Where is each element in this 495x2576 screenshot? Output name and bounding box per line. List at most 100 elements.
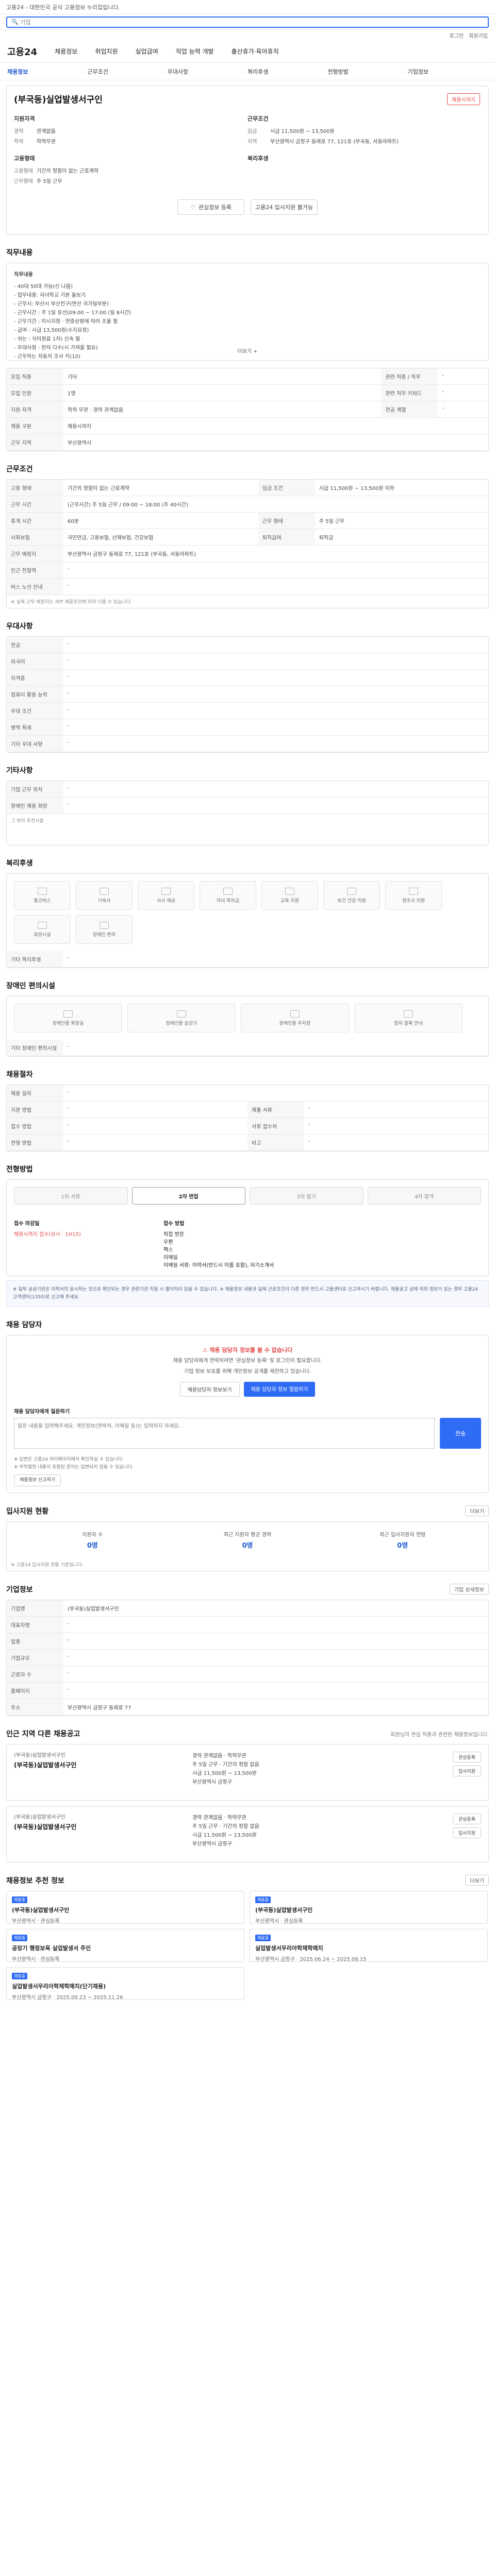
search-icon: 🔍 <box>11 19 21 25</box>
interest-button[interactable]: 관심등록 <box>452 1814 481 1824</box>
question-input[interactable] <box>14 1418 435 1449</box>
open-contact-button[interactable]: 채용 담당자 정보 열람하기 <box>243 1382 316 1397</box>
table-row: 모집 인원 1명 관련 직무 키워드 - <box>7 384 488 401</box>
table-row: 기업규모 - <box>7 1649 488 1666</box>
table-row: 인근 전철역 - <box>7 562 488 579</box>
table-row: 우대 조건 - <box>7 702 488 719</box>
disabled-box: 장애인용 화장실 장애인용 승강기 장애인용 주차장 점자 블록 안내 기타 장… <box>6 996 489 1057</box>
process-step: 1차 서류 <box>14 1187 128 1205</box>
process-step: 3차 필기 <box>250 1187 364 1205</box>
table-row: 기타 복리후생 - <box>7 951 488 968</box>
alert-icon: ⚠ <box>202 1347 210 1353</box>
table-row: 외국어 - <box>7 653 488 670</box>
gnb-menu-training[interactable]: 직업 능력 개발 <box>176 47 214 56</box>
table-row: 기타 우대 사항 - <box>7 735 488 752</box>
wheelchair-icon <box>100 921 109 929</box>
meal-icon <box>161 887 171 895</box>
gnb-menu-support[interactable]: 취업지원 <box>95 47 118 56</box>
elevator-icon <box>177 1010 186 1018</box>
book-icon <box>285 887 294 895</box>
conditions-heading: 근무조건 <box>248 115 269 122</box>
signup-link[interactable]: 회원가입 <box>469 31 488 39</box>
cap-icon <box>223 887 233 895</box>
employment-heading: 고용형태 <box>14 155 35 162</box>
table-row: 기업 근무 위치 - <box>7 781 488 798</box>
recent-more-link[interactable]: 더보기 <box>465 1875 489 1886</box>
table-row: 전형 방법 - 비고 - <box>7 1134 488 1151</box>
welfare-item: 장애인 편의 <box>76 915 133 944</box>
braille-icon <box>404 1010 413 1018</box>
add-interest-button[interactable]: ♡ 관심정보 등록 <box>177 199 244 215</box>
tab-process[interactable]: 전형방법 <box>327 67 407 76</box>
gnb-menu-leave[interactable]: 출산휴가·육아휴직 <box>232 47 279 56</box>
login-link[interactable]: 로그인 <box>450 31 464 39</box>
welfare-section-title: 복리후생 <box>6 859 33 868</box>
apply-unavailable-button[interactable]: 고용24 입사지원 불가능 <box>251 199 318 215</box>
process-step: 4차 합격 <box>367 1187 481 1205</box>
basic-info-table: 모집 직종 기타 관련 직종 / 직무 - 모집 인원 1명 관련 직무 키워드 - 지원 … <box>6 368 489 451</box>
tab-prefer[interactable]: 우대사항 <box>168 67 248 76</box>
related-job-card[interactable]: (부국동)실업발생서구인 (부국동)실업발생서구인 경력 관계없음 · 학력무관… <box>6 1744 489 1801</box>
jobdesc-box: 직무내용 - 40대 50대 가능(신 나음) - 업무내용: 자녀학교 기본 … <box>6 263 489 361</box>
tab-conditions[interactable]: 근무조건 <box>87 67 167 76</box>
recommend-card[interactable]: 채용중 (부국동)실업발생서구인 부산광역시 · 관심등록 <box>6 1891 244 1924</box>
gnb-menu-jobs[interactable]: 채용정보 <box>55 47 77 56</box>
interest-button[interactable]: 관심등록 <box>452 1752 481 1762</box>
report-button[interactable]: 채용정보 신고하기 <box>14 1475 61 1486</box>
search-input[interactable]: 🔍 기업 <box>6 16 489 28</box>
health-icon <box>347 887 356 895</box>
table-row: 주소 부산광역시 금정구 동래로 77 <box>7 1699 488 1716</box>
conditions-section-title: 근무조건 <box>6 465 33 473</box>
tab-company[interactable]: 기업정보 <box>408 67 488 76</box>
table-row: 업종 - <box>7 1633 488 1650</box>
contact-section-title: 채용 담당자 <box>6 1321 42 1329</box>
recommend-card[interactable]: 채용중 실업발생서우리아학제학매치(단기채용) 부산광역시 금정구 · 2025.0… <box>6 1967 244 2001</box>
welfare-heading: 복리후생 <box>248 155 269 162</box>
tab-welfare[interactable]: 복리후생 <box>248 67 327 76</box>
table-row: 채용 구분 채용시까지 <box>7 417 488 434</box>
recent-list: 채용중 (부국동)실업발생서구인 부산광역시 · 관심등록 채용중 (부국동)실업발생… <box>6 1891 489 2001</box>
related-job-card[interactable]: (부국동)실업발생서구인 (부국동)실업발생서구인 경력 관계없음 · 학력무관… <box>6 1806 489 1862</box>
site-logo[interactable]: 고용24 <box>7 45 37 58</box>
search-bar: 🔍 기업 <box>0 14 495 30</box>
prefer-section-title: 우대사항 <box>6 622 33 631</box>
process-box: 1차 서류 2차 면접 3차 필기 4차 합격 접수 마감일 채용시까지 접수(… <box>6 1179 489 1276</box>
table-row: 전공 - <box>7 637 488 653</box>
gnb-menu-benefit[interactable]: 실업급여 <box>136 47 158 56</box>
process-step: 2차 면접 <box>131 1187 245 1205</box>
etc-note: 그 밖의 추천사항 <box>11 819 44 824</box>
stat-item: 지원자 수 0명 <box>82 1532 103 1550</box>
recommend-card[interactable]: 채용중 실업발생서우리아학제학매치 부산광역시 금정구 · 2025.06.24 ~… <box>250 1929 488 1962</box>
resort-icon <box>38 921 47 929</box>
conditions-column: 근무조건 임금 시급 11,500원 ~ 13,500원 지역 부산광역시 금정구 … <box>248 114 481 187</box>
table-row: 버스 노선 안내 - <box>7 578 488 595</box>
gift-icon <box>409 887 418 895</box>
table-row: 접수 방법 - 서류 접수처 - <box>7 1117 488 1134</box>
recommend-card[interactable]: 채용중 (부국동)실업발생서구인 부산광역시 · 관심등록 <box>250 1891 488 1924</box>
apply-button[interactable]: 입사지원 <box>452 1827 481 1838</box>
welfare-item: 경조사 지원 <box>385 881 442 910</box>
facility-item: 장애인용 승강기 <box>127 1004 236 1032</box>
conditions-table: 고용 형태 기간의 정함이 없는 근로계약 임금 조건 시급 11,500원 ~ 13… <box>6 479 489 608</box>
stats-box: 지원자 수 0명 최근 지원자 평균 경력 0명 최근 입사지원자 연령 0명 ※ 고… <box>6 1521 489 1571</box>
view-contact-button[interactable]: 채용담당자 정보보기 <box>179 1382 240 1397</box>
table-row: 채용 일자 - <box>7 1085 488 1101</box>
table-row: 휴게 시간 60분 근무 형태 주 5일 근무 <box>7 512 488 529</box>
table-row: 고용 형태 기간의 정함이 없는 근로계약 임금 조건 시급 11,500원 ~ 13… <box>7 480 488 496</box>
recommend-card[interactable]: 채용중 공장기 행정보육 실업발생서 주인 부산광역시 · 관심등록 <box>6 1929 244 1962</box>
process-section-title: 전형방법 <box>6 1165 33 1174</box>
contact-box: ⚠ 채용 담당자 정보를 볼 수 없습니다 채용 담당자에게 연락하려면 '관심… <box>6 1335 489 1493</box>
jobdesc-more-button[interactable]: 더보기 + <box>237 347 257 356</box>
related-section-title: 인근 지역 다른 채용공고 회원님의 관심 직종과 관련된 채용정보입니다. <box>6 1730 489 1738</box>
stats-more-link[interactable]: 더보기 <box>465 1505 489 1516</box>
table-row: 병역 특례 - <box>7 719 488 736</box>
facility-item: 점자 블록 안내 <box>354 1004 463 1032</box>
top-notice-bar: 고용24 - 대한민국 공식 고용정보 누리집입니다. <box>0 0 495 14</box>
apply-button[interactable]: 입사지원 <box>452 1766 481 1776</box>
hiring-section-title: 채용절차 <box>6 1071 33 1079</box>
tab-recruit[interactable]: 채용정보 <box>7 67 87 76</box>
company-detail-button[interactable]: 기업 상세정보 <box>449 1584 489 1595</box>
toilet-icon <box>63 1010 73 1018</box>
send-question-button[interactable]: 전송 <box>440 1418 481 1449</box>
stat-item: 최근 입사지원자 연령 0명 <box>380 1532 426 1550</box>
